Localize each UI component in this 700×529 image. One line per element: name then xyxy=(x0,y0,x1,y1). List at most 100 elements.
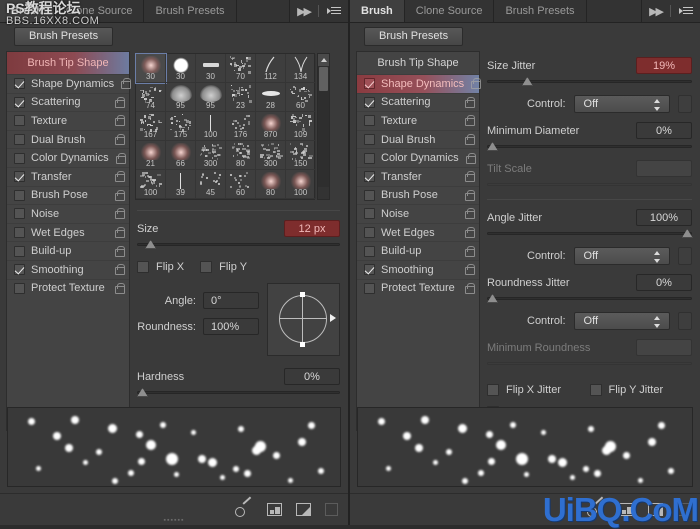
brush-preset-cell[interactable]: 300 xyxy=(196,141,226,170)
flip-y-checkbox[interactable]: Flip Y xyxy=(200,261,247,273)
size-slider[interactable] xyxy=(137,240,340,249)
brush-preset-cell[interactable]: 70 xyxy=(226,54,256,83)
sidebar-checkbox[interactable] xyxy=(364,190,375,201)
sidebar-item-protect-texture[interactable]: Protect Texture xyxy=(357,279,479,298)
left-tab-brush[interactable]: Brush xyxy=(0,0,55,22)
brush-preset-cell[interactable]: 100 xyxy=(196,112,226,141)
collapse-chevrons-icon[interactable]: ▶▶ xyxy=(649,5,662,18)
sidebar-checkbox[interactable] xyxy=(14,246,25,257)
sidebar-checkbox[interactable] xyxy=(14,153,25,164)
lock-icon[interactable] xyxy=(464,190,474,201)
sidebar-item-color-dynamics[interactable]: Color Dynamics xyxy=(357,148,479,167)
brush-preset-cell[interactable]: 109 xyxy=(286,112,316,141)
sidebar-checkbox[interactable] xyxy=(364,115,375,126)
lock-icon[interactable] xyxy=(464,283,474,294)
sidebar-checkbox[interactable] xyxy=(14,97,25,108)
brush-preset-cell[interactable]: 60 xyxy=(226,170,256,199)
sidebar-checkbox[interactable] xyxy=(14,78,25,89)
delete-brush-icon[interactable] xyxy=(325,503,338,516)
create-new-brush-preset-icon[interactable] xyxy=(267,503,282,516)
size-control-dropdown[interactable]: Off xyxy=(574,95,670,113)
brush-preset-cell[interactable]: 95 xyxy=(166,83,196,112)
roundness-jitter-slider[interactable] xyxy=(487,294,692,303)
angle-control-dropdown[interactable]: Off xyxy=(574,247,670,265)
sidebar-checkbox[interactable] xyxy=(364,264,375,275)
sidebar-item-scattering[interactable]: Scattering xyxy=(7,93,129,112)
brush-preset-cell[interactable]: 60 xyxy=(286,83,316,112)
left-tab-clone-source[interactable]: Clone Source xyxy=(55,0,145,22)
lock-icon[interactable] xyxy=(464,171,474,182)
sidebar-item-transfer[interactable]: Transfer xyxy=(357,167,479,186)
angle-jitter-value[interactable]: 100% xyxy=(636,209,692,226)
right-tab-brush[interactable]: Brush xyxy=(350,0,405,22)
scrollbar-track[interactable] xyxy=(318,66,329,187)
lock-icon[interactable] xyxy=(114,208,124,219)
sidebar-item-build-up[interactable]: Build-up xyxy=(357,241,479,260)
lock-icon[interactable] xyxy=(464,97,474,108)
sidebar-checkbox[interactable] xyxy=(364,227,375,238)
panel-menu-icon[interactable] xyxy=(327,6,341,16)
sidebar-checkbox[interactable] xyxy=(14,134,25,145)
sidebar-item-dual-brush[interactable]: Dual Brush xyxy=(357,130,479,149)
right-tab-clone-source[interactable]: Clone Source xyxy=(405,0,495,22)
lock-icon[interactable] xyxy=(465,153,475,164)
brush-preset-cell[interactable]: 30 xyxy=(166,54,196,83)
brush-preset-cell[interactable]: 39 xyxy=(166,170,196,199)
brush-preset-cell[interactable]: 870 xyxy=(256,112,286,141)
sidebar-item-wet-edges[interactable]: Wet Edges xyxy=(7,223,129,242)
brush-preset-cell[interactable]: 134 xyxy=(286,54,316,83)
minimum-diameter-value[interactable]: 0% xyxy=(636,122,692,139)
lock-icon[interactable] xyxy=(114,264,124,275)
sidebar-checkbox[interactable] xyxy=(14,208,25,219)
hardness-value[interactable]: 0% xyxy=(284,368,340,385)
sidebar-checkbox[interactable] xyxy=(14,227,25,238)
resize-grip[interactable]: ▪▪▪▪▪▪ xyxy=(0,517,348,524)
brush-preset-cell[interactable]: 45 xyxy=(196,170,226,199)
sidebar-item-shape-dynamics[interactable]: Shape Dynamics xyxy=(357,74,479,93)
lock-icon[interactable] xyxy=(114,190,124,201)
flip-y-jitter-checkbox[interactable]: Flip Y Jitter xyxy=(590,384,693,396)
lock-icon[interactable] xyxy=(464,115,474,126)
angle-jitter-slider[interactable] xyxy=(487,229,692,238)
brush-preset-cell[interactable]: 300 xyxy=(256,141,286,170)
brush-preset-cell[interactable]: 167 xyxy=(136,112,166,141)
size-jitter-slider[interactable] xyxy=(487,77,692,86)
lock-icon[interactable] xyxy=(114,227,124,238)
hardness-slider[interactable] xyxy=(137,388,340,397)
brush-preset-cell[interactable]: 30 xyxy=(196,54,226,83)
size-value[interactable]: 12 px xyxy=(284,220,340,237)
flip-x-box[interactable] xyxy=(137,261,149,273)
sidebar-checkbox[interactable] xyxy=(14,171,25,182)
lock-icon[interactable] xyxy=(464,134,474,145)
brush-preset-cell[interactable]: 112 xyxy=(256,54,286,83)
sidebar-item-scattering[interactable]: Scattering xyxy=(357,93,479,112)
sidebar-checkbox[interactable] xyxy=(14,264,25,275)
lock-icon[interactable] xyxy=(114,246,124,257)
delete-brush-icon[interactable] xyxy=(677,503,690,516)
panel-menu-icon[interactable] xyxy=(679,6,693,16)
sidebar-item-noise[interactable]: Noise xyxy=(357,204,479,223)
sidebar-item-texture[interactable]: Texture xyxy=(357,111,479,130)
brush-preset-cell[interactable]: 100 xyxy=(136,170,166,199)
sidebar-item-smoothing[interactable]: Smoothing xyxy=(7,260,129,279)
sidebar-item-noise[interactable]: Noise xyxy=(7,204,129,223)
sidebar-checkbox[interactable] xyxy=(364,97,375,108)
brush-preset-cell[interactable]: 100 xyxy=(286,170,316,199)
roundness-handle-bottom[interactable] xyxy=(300,342,305,347)
roundness-control-dropdown[interactable]: Off xyxy=(574,312,670,330)
flip-x-jitter-checkbox[interactable]: Flip X Jitter xyxy=(487,384,590,396)
right-sidebar-item-brush-tip-shape[interactable]: Brush Tip Shape xyxy=(357,52,479,74)
flip-x-checkbox[interactable]: Flip X xyxy=(137,261,184,273)
roundness-input[interactable]: 100% xyxy=(203,318,259,335)
sidebar-checkbox[interactable] xyxy=(364,208,375,219)
size-jitter-value[interactable]: 19% xyxy=(636,57,692,74)
sidebar-checkbox[interactable] xyxy=(14,283,25,294)
lock-icon[interactable] xyxy=(115,153,125,164)
lock-icon[interactable] xyxy=(114,97,124,108)
brush-preset-cell[interactable]: 28 xyxy=(256,83,286,112)
lock-icon[interactable] xyxy=(464,227,474,238)
brush-preset-cell[interactable]: 175 xyxy=(166,112,196,141)
toggle-brush-settings-icon[interactable] xyxy=(235,502,253,517)
lock-icon[interactable] xyxy=(114,283,124,294)
sidebar-checkbox[interactable] xyxy=(364,78,375,89)
